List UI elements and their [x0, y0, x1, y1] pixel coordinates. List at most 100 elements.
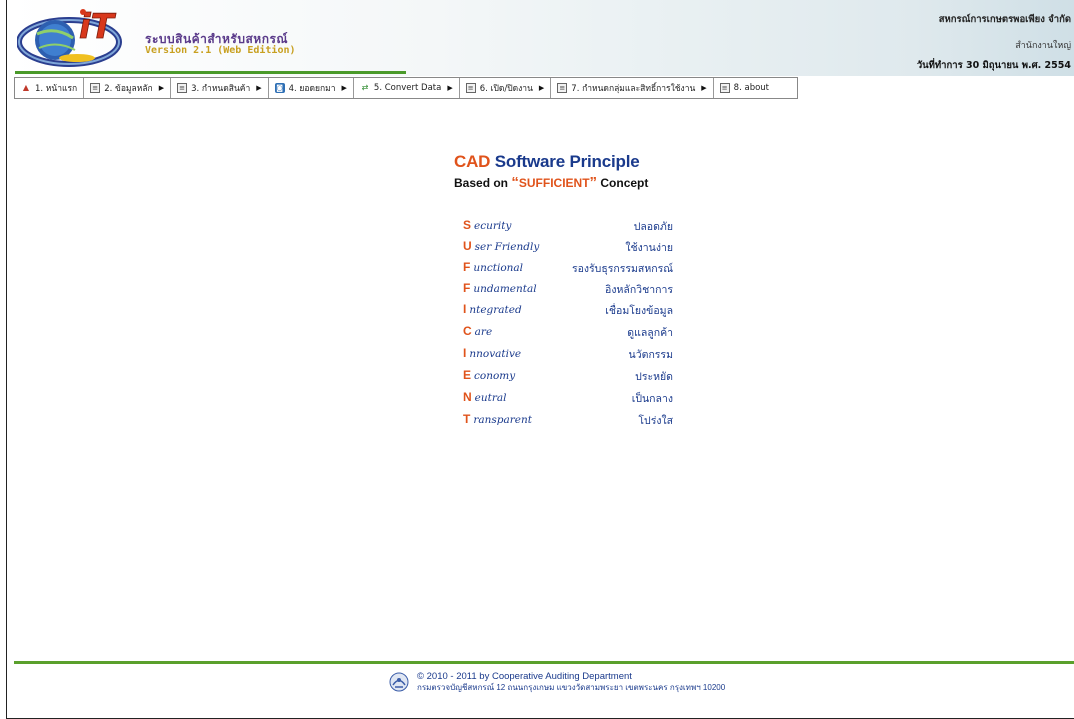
- principle-word: ntegrated: [469, 304, 522, 316]
- principle-english: User Friendly: [463, 239, 539, 253]
- principle-thai: เชื่อมโยงข้อมูล: [605, 305, 673, 317]
- submenu-arrow-icon: ▶: [701, 84, 707, 92]
- submenu-arrow-icon: ▶: [538, 84, 545, 92]
- database-icon: ◙: [274, 83, 285, 93]
- header-divider: [15, 71, 406, 74]
- principle-word: ransparent: [473, 414, 532, 426]
- footer-divider: [14, 661, 1074, 664]
- principle-row: Integrated เชื่อมโยงข้อมูล: [463, 302, 673, 320]
- principle-row: Functional รองรับธุรกรรมสหกรณ์: [463, 260, 673, 278]
- principle-word: conomy: [474, 370, 516, 382]
- document-icon: ≡: [177, 83, 188, 93]
- principle-word: eutral: [474, 392, 507, 404]
- submenu-arrow-icon: ▶: [341, 84, 347, 92]
- principle-word: unctional: [473, 262, 524, 274]
- principle-title-cad: CAD: [454, 152, 491, 171]
- principle-thai: นวัตกรรม: [628, 349, 673, 361]
- subtitle-after: Concept: [600, 176, 649, 190]
- principle-english: Economy: [463, 368, 515, 382]
- principle-title: CAD Software Principle: [454, 152, 694, 172]
- quote-open: “: [511, 174, 519, 191]
- principle-word: undamental: [473, 283, 537, 295]
- principle-letter: N: [463, 390, 472, 404]
- principle-english: Security: [463, 218, 511, 232]
- principle-word: ecurity: [474, 220, 512, 232]
- menu-item-open-close-work[interactable]: ≡ 6. เปิด/ปิดงาน ▶: [460, 78, 552, 98]
- principle-row: Neutral เป็นกลาง: [463, 390, 673, 408]
- principle-letter: E: [463, 368, 472, 382]
- principle-subtitle: Based on “SUFFICIENT” Concept: [454, 174, 694, 191]
- menu-label: 2. ข้อมูลหลัก: [104, 84, 153, 94]
- principle-row: Security ปลอดภัย: [463, 218, 673, 236]
- quote-close: ”: [589, 174, 598, 191]
- principle-thai: อิงหลักวิชาการ: [605, 284, 673, 296]
- department-emblem-icon: [389, 672, 409, 692]
- submenu-arrow-icon: ▶: [158, 84, 165, 92]
- footer-text: © 2010 - 2011 by Cooperative Auditing De…: [417, 671, 725, 693]
- footer-copyright: © 2010 - 2011 by Cooperative Auditing De…: [417, 671, 632, 682]
- principle-english: Integrated: [463, 302, 522, 316]
- main-menu: ▲ 1. หน้าแรก ≡ 2. ข้อมูลหลัก ▶ ≡ 3. กำหน…: [14, 77, 798, 99]
- principle-row: User Friendly ใช้งานง่าย: [463, 239, 673, 257]
- principle-thai: ประหยัด: [635, 371, 673, 383]
- footer-address: กรมตรวจบัญชีสหกรณ์ 12 ถนนกรุงเกษม แขวงวั…: [417, 683, 726, 692]
- system-version: Version 2.1 (Web Edition): [145, 45, 296, 56]
- principle-word: nnovative: [469, 348, 522, 360]
- menu-label: 7. กำหนดกลุ่มและสิทธิ์การใช้งาน: [571, 84, 696, 94]
- principle-letter: F: [463, 260, 471, 274]
- app-frame: iT ระบบสินค้าสำหรับสหกรณ์ Version 2.1 (W…: [6, 0, 1074, 719]
- principle-thai: ปลอดภัย: [633, 221, 673, 233]
- home-icon: ▲: [22, 83, 30, 92]
- principle-english: Fundamental: [463, 281, 537, 295]
- menu-label: 5. Convert Data: [373, 83, 442, 93]
- principle-letter: U: [463, 239, 472, 253]
- document-icon: ≡: [557, 83, 568, 93]
- menu-item-define-products[interactable]: ≡ 3. กำหนดสินค้า ▶: [171, 78, 269, 98]
- menu-item-home[interactable]: ▲ 1. หน้าแรก: [15, 78, 85, 98]
- principle-row: Fundamental อิงหลักวิชาการ: [463, 281, 673, 299]
- principle-row: Economy ประหยัด: [463, 368, 673, 386]
- document-icon: ≡: [465, 83, 476, 93]
- principle-english: Neutral: [463, 390, 507, 404]
- menu-label: 6. เปิด/ปิดงาน: [479, 84, 533, 94]
- subtitle-before: Based on: [454, 176, 509, 190]
- principle-row: Care ดูแลลูกค้า: [463, 324, 673, 342]
- principle-thai: โปร่งใส: [638, 415, 673, 427]
- principle-letter: C: [463, 324, 472, 338]
- menu-item-convert-data[interactable]: ⇄ 5. Convert Data ▶: [354, 78, 460, 98]
- work-date: วันที่ทำการ 30 มิถุนายน พ.ศ. 2554: [916, 60, 1071, 71]
- principle-letter: I: [463, 302, 467, 316]
- subtitle-keyword: SUFFICIENT: [518, 176, 590, 190]
- principle-thai: เป็นกลาง: [631, 393, 673, 405]
- submenu-arrow-icon: ▶: [256, 84, 262, 92]
- convert-icon: ⇄: [361, 83, 369, 92]
- menu-label: 4. ยอดยกมา: [288, 84, 336, 94]
- menu-item-opening-balance[interactable]: ◙ 4. ยอดยกมา ▶: [269, 78, 354, 98]
- principle-letter: I: [463, 346, 467, 360]
- principle-thai: ดูแลลูกค้า: [627, 327, 673, 339]
- menu-label: 3. กำหนดสินค้า: [191, 84, 251, 94]
- principle-word: ser Friendly: [474, 241, 540, 253]
- principle-row: Transparent โปร่งใส: [463, 412, 673, 430]
- principle-letter: F: [463, 281, 471, 295]
- menu-item-master-data[interactable]: ≡ 2. ข้อมูลหลัก ▶: [84, 78, 172, 98]
- document-icon: ≡: [719, 83, 730, 93]
- principle-letter: T: [463, 412, 471, 426]
- menu-item-groups-permissions[interactable]: ≡ 7. กำหนดกลุ่มและสิทธิ์การใช้งาน ▶: [551, 78, 714, 98]
- document-icon: ≡: [90, 83, 101, 93]
- principle-word: are: [474, 326, 493, 338]
- principle-heading: CAD Software Principle Based on “SUFFICI…: [454, 152, 694, 191]
- principle-thai: รองรับธุรกรรมสหกรณ์: [571, 263, 673, 275]
- menu-label: 8. about: [733, 83, 770, 93]
- principle-english: Functional: [463, 260, 523, 274]
- footer: © 2010 - 2011 by Cooperative Auditing De…: [389, 669, 725, 695]
- submenu-arrow-icon: ▶: [447, 84, 453, 92]
- principle-title-rest: Software Principle: [494, 152, 640, 171]
- menu-item-about[interactable]: ≡ 8. about: [714, 78, 775, 98]
- principle-thai: ใช้งานง่าย: [625, 242, 673, 254]
- it-logo: iT: [17, 7, 122, 67]
- principle-english: Care: [463, 324, 492, 338]
- branch-name: สำนักงานใหญ่: [1015, 41, 1071, 51]
- organization-name: สหกรณ์การเกษตรพอเพียง จำกัด: [938, 14, 1071, 25]
- principle-row: Innovative นวัตกรรม: [463, 346, 673, 364]
